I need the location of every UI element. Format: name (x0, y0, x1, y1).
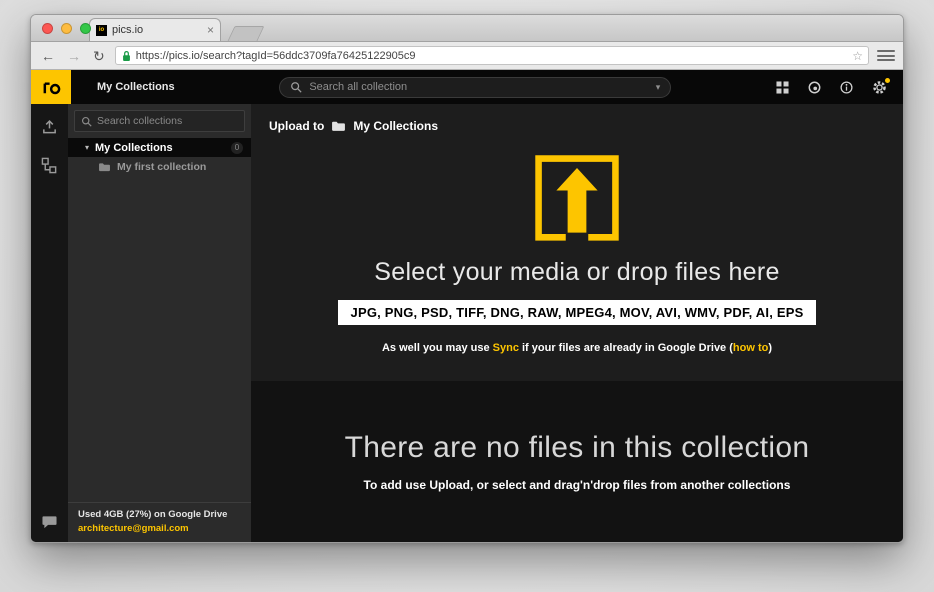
sync-link[interactable]: Sync (493, 342, 519, 354)
refresh-icon[interactable]: ↻ (91, 49, 107, 63)
upload-to-target[interactable]: My Collections (353, 119, 438, 133)
tree-item-my-first-collection[interactable]: My first collection (68, 157, 251, 176)
upload-to-breadcrumb: Upload to My Collections (251, 104, 903, 133)
dropzone-title: Select your media or drop files here (374, 258, 780, 286)
left-icon-rail (31, 104, 68, 542)
back-icon[interactable]: ← (39, 49, 57, 63)
app-body: ▾ My Collections 0 My first collection U… (31, 104, 903, 542)
sync-note-middle: if your files are already in Google Driv… (518, 342, 733, 354)
current-collection-title: My Collections (97, 81, 175, 93)
minimize-window-button[interactable] (61, 23, 72, 34)
storage-usage-text: Used 4GB (27%) on Google Drive (78, 509, 228, 520)
browser-toolbar: ← → ↻ ☆ (31, 42, 903, 70)
upload-to-label: Upload to (269, 119, 325, 133)
sync-note: As well you may use Sync if your files a… (382, 342, 772, 354)
browser-menu-icon[interactable] (877, 48, 895, 63)
sync-note-suffix: ) (768, 342, 773, 354)
url-field[interactable] (135, 49, 862, 62)
panel-spacer (68, 176, 251, 502)
grid-view-icon[interactable] (776, 80, 789, 94)
picsio-favicon: io (96, 24, 107, 36)
tab-title: pics.io (112, 24, 144, 36)
collections-search[interactable] (74, 110, 245, 132)
folder-icon (98, 162, 111, 172)
sync-note-prefix: As well you may use (381, 342, 493, 354)
tree-child-label: My first collection (117, 160, 207, 173)
bookmark-star-icon[interactable]: ☆ (852, 50, 863, 62)
info-icon[interactable] (840, 80, 853, 94)
empty-state-title: There are no files in this collection (344, 431, 810, 464)
main-content: Upload to My Collections Select your med… (251, 104, 903, 542)
collections-tree-icon[interactable] (41, 157, 58, 174)
search-icon (290, 81, 302, 93)
collections-search-input[interactable] (97, 115, 238, 127)
app-header: My Collections ▾ (31, 70, 903, 104)
global-search[interactable]: ▾ (279, 76, 672, 98)
tab-strip: io pics.io × (31, 15, 903, 42)
picsio-app: My Collections ▾ (31, 70, 903, 542)
chat-support-icon[interactable] (41, 515, 58, 530)
dropzone-center: Select your media or drop files here JPG… (251, 133, 903, 381)
empty-state-subtitle: To add use Upload, or select and drag'n'… (363, 478, 791, 492)
browser-tab[interactable]: io pics.io × (89, 18, 221, 41)
upload-rail-icon[interactable] (41, 118, 58, 135)
tab-close-icon[interactable]: × (207, 24, 214, 36)
camera-logo-icon (43, 81, 60, 94)
zoom-window-button[interactable] (80, 23, 91, 34)
upload-dropzone[interactable]: Upload to My Collections Select your med… (251, 104, 903, 381)
search-input[interactable] (309, 81, 649, 93)
how-to-link[interactable]: how to (733, 342, 768, 354)
storage-info: Used 4GB (27%) on Google Drive architect… (68, 502, 251, 542)
settings-notification-dot (885, 77, 890, 83)
window-controls (42, 23, 91, 34)
https-lock-icon (122, 50, 131, 62)
collection-count-badge: 0 (231, 141, 243, 154)
tree-item-my-collections[interactable]: ▾ My Collections 0 (68, 138, 251, 157)
search-options-caret-icon[interactable]: ▾ (656, 82, 661, 93)
collections-panel: ▾ My Collections 0 My first collection U… (68, 104, 251, 542)
settings-gear-icon[interactable] (872, 77, 890, 95)
new-tab-button[interactable] (227, 26, 265, 41)
browser-window: io pics.io × ← → ↻ ☆ My Colle (30, 14, 904, 543)
forward-icon[interactable]: → (65, 49, 83, 63)
empty-state: There are no files in this collection To… (251, 381, 903, 542)
close-window-button[interactable] (42, 23, 53, 34)
expand-caret-icon[interactable]: ▾ (85, 143, 89, 152)
search-icon (81, 116, 92, 127)
folder-icon (331, 120, 346, 132)
supported-formats: JPG, PNG, PSD, TIFF, DNG, RAW, MPEG4, MO… (337, 300, 817, 325)
address-bar[interactable]: ☆ (114, 46, 869, 65)
picsio-logo[interactable] (31, 70, 71, 104)
integrations-icon[interactable] (808, 81, 821, 94)
tree-root-label: My Collections (95, 141, 173, 154)
account-email: architecture@gmail.com (78, 523, 189, 534)
header-icon-group (776, 77, 903, 95)
upload-box-icon[interactable] (532, 152, 622, 242)
